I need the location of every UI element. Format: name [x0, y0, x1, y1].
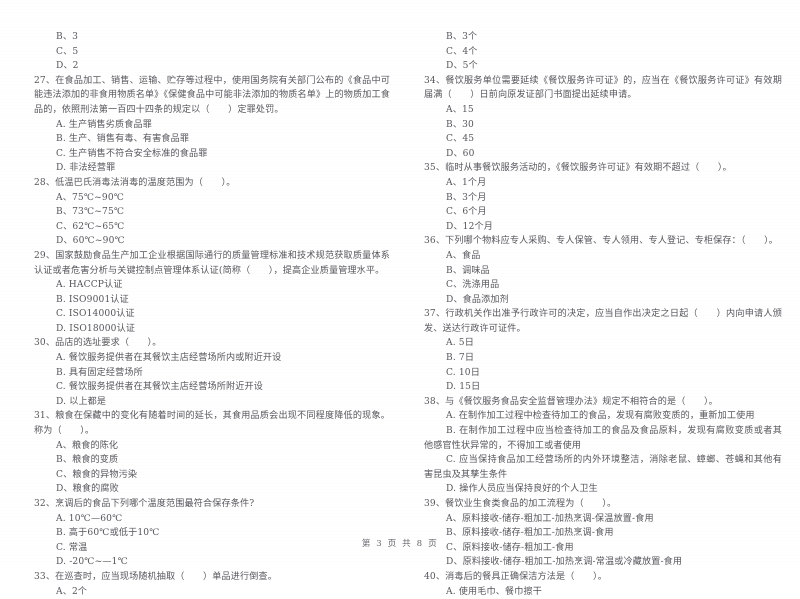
question-option: A. 餐饮服务提供者在其餐饮主店经营场所内或附近开设	[56, 353, 282, 364]
question-option: A. 使用毛巾、餐巾擦干	[446, 586, 542, 597]
question-option: B、73℃~75℃	[56, 207, 125, 218]
question-option: C. 10日	[446, 367, 480, 378]
question-option: C. 生产销售不符合安全标准的食品罪	[56, 148, 208, 159]
question-stem: 29、国家鼓励食品生产加工企业根据国际通行的质量管理标准和技术规范获取质量体系认…	[34, 250, 390, 276]
question-option: B、3个	[446, 32, 478, 42]
question-option: D、粮食的腐败	[56, 484, 119, 495]
question-stem: 36、下列哪个物料应专人采购、专人保管、专人领用、专人登记、专柜保存：（ ）。	[424, 236, 779, 247]
scanned-exam-page: B、3 C、5 D、2 27、在食品加工、销售、运输、贮存等过程中，使用国务院有关部门…	[0, 0, 800, 597]
question-option: C. 应当保持食品加工经营场所的内外环境整洁，消除老鼠、蟑螂、苍蝇和其他有害昆虫…	[424, 455, 782, 480]
question-stem: 37、行政机关作出准予行政许可的决定，应当自作出决定之日起（ ）内向申请人颁发、…	[424, 309, 782, 334]
question-stem: 32、烹调后的食品下列哪个温度范围最符合保存条件?	[34, 499, 255, 509]
question-option: C、62℃~65℃	[56, 221, 125, 232]
question-option: D、5个	[446, 61, 478, 72]
question-option: B. 7日	[446, 353, 475, 364]
question-option: B. 在制作加工过程中应当检查待加工的食品及食品原料，发现有腐败变质或者其他感官…	[424, 426, 782, 451]
question-option: D. 以上都是	[56, 396, 107, 407]
question-option: D、食品添加剂	[446, 294, 509, 305]
question-option: A、原料接收-储存-粗加工-加热烹调-保温放置-食用	[446, 513, 654, 524]
question-stem: 33、在巡查时，应当现场随机抽取（ ）单品进行倒查。	[34, 571, 277, 582]
question-option: B. 生产、销售有毒、有害食品罪	[56, 134, 190, 145]
question-option: C、粮食的异物污染	[56, 469, 138, 480]
question-option: D、60	[446, 148, 475, 159]
question-option: C、45	[446, 134, 475, 145]
question-option: C、6个月	[446, 207, 487, 218]
question-option: A. 10℃—60℃	[56, 513, 123, 524]
question-option: B、粮食的变质	[56, 455, 119, 466]
page-footer: 第 3 页 共 8 页	[361, 539, 439, 549]
question-option: A、2个	[56, 586, 88, 597]
question-option: A. 生产销售劣质食品罪	[56, 119, 152, 130]
question-option: A、食品	[446, 250, 481, 261]
question-option: B、30	[446, 119, 474, 130]
question-option: C. ISO14000认证	[56, 309, 135, 320]
question-option: A. HACCP认证	[56, 280, 123, 291]
question-option: A. 在制作加工过程中检查待加工的食品，发现有腐败变质的，重新加工使用	[446, 411, 755, 422]
left-column: B、3 C、5 D、2 27、在食品加工、销售、运输、贮存等过程中，使用国务院有关部门…	[0, 0, 400, 597]
question-option: D、12个月	[446, 221, 494, 232]
question-option: D. ISO18000认证	[56, 323, 136, 334]
question-option: D. 15日	[446, 382, 481, 393]
question-option: A、75℃~90℃	[56, 192, 125, 203]
two-column-body: B、3 C、5 D、2 27、在食品加工、销售、运输、贮存等过程中，使用国务院有关部门…	[0, 0, 800, 597]
question-option: D. 操作人员应当保持良好的个人卫生	[446, 484, 598, 495]
question-option: D、60℃~90℃	[56, 236, 125, 247]
right-column: B、3个 C、4个 D、5个 34、餐饮服务单位需要延续《餐饮服务许可证》的，应当在《…	[400, 0, 800, 597]
question-option: D、原料接收-储存-粗加工-加热烹调-常温或冷藏放置-食用	[446, 557, 683, 568]
question-stem: 39、餐饮业生食类食品的加工流程为（ ）。	[424, 499, 617, 509]
question-option: D、2	[56, 61, 79, 72]
question-option: A、15	[446, 104, 474, 115]
question-option: D. 非法经营罪	[56, 163, 116, 174]
question-stem: 38、与《餐饮服务食品安全监督管理办法》规定不相符合的是（ ）。	[424, 396, 718, 407]
question-option: C、4个	[446, 46, 478, 57]
question-option: B、3个月	[446, 192, 487, 203]
question-option: B、3	[56, 32, 79, 42]
question-option: B. 具有固定经营场所	[56, 367, 143, 378]
question-option: C. 餐饮服务提供者在其餐饮主店经营场所附近开设	[56, 382, 263, 393]
question-stem: 40、消毒后的餐具正确保洁方法是（ ）。	[424, 571, 607, 582]
question-option: D. -20℃~—1℃	[56, 557, 128, 568]
question-stem: 30、品店的选址要求（ ）。	[34, 338, 162, 349]
question-stem: 35、临时从事餐饮服务活动的，《餐饮服务许可证》有效期不超过（ ）。	[424, 163, 732, 174]
question-stem: 28、低温巴氏消毒法消毒的温度范围为（ ）。	[34, 177, 236, 188]
question-option: C、5	[56, 46, 79, 57]
question-stem: 27、在食品加工、销售、运输、贮存等过程中，使用国务院有关部门公布的《食品中可能…	[34, 75, 390, 115]
question-option: B. ISO9001认证	[56, 294, 129, 305]
question-option: A、1个月	[446, 177, 487, 188]
question-option: C、洗涤用品	[446, 280, 500, 291]
question-stem: 34、餐饮服务单位需要延续《餐饮服务许可证》的，应当在《餐饮服务许可证》有效期届…	[424, 75, 782, 101]
question-option: A. 5日	[446, 338, 474, 349]
question-option: B、调味品	[446, 265, 490, 276]
question-stem: 31、粮食在保藏中的变化有随着时间的延长，其食用品质会出现不同程度降低的现象。称…	[34, 411, 390, 437]
question-option: A、粮食的陈化	[56, 440, 119, 451]
